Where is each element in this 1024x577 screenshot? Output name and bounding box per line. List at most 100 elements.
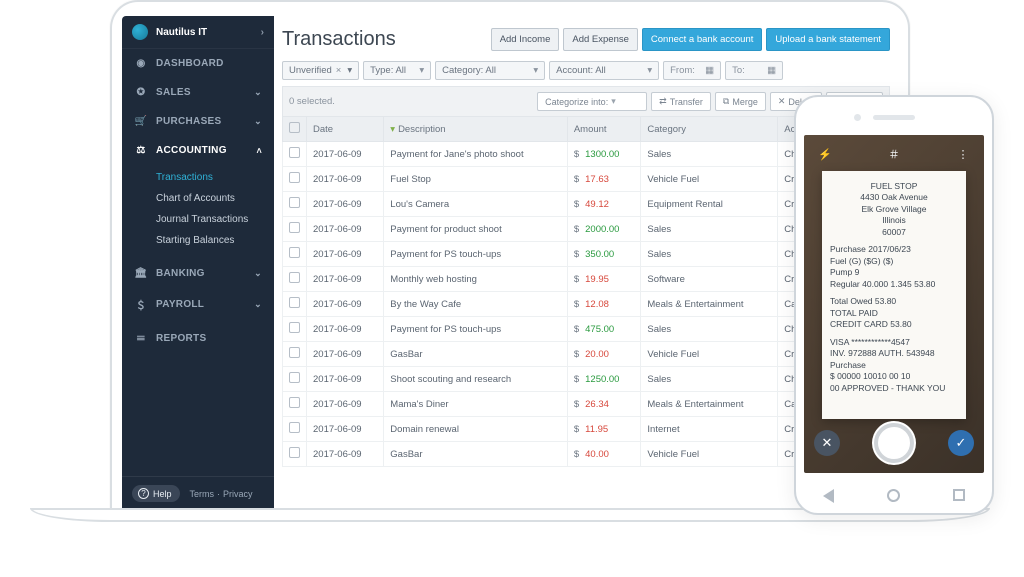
chevron-down-icon: ▾: [419, 65, 424, 76]
help-icon: ?: [138, 488, 149, 499]
row-checkbox[interactable]: [289, 222, 300, 233]
filter-account[interactable]: Account: All▾: [549, 61, 659, 80]
cell-date: 2017-06-09: [307, 292, 384, 317]
cell-amount: $40.00: [567, 442, 641, 467]
sidebar-item-transactions[interactable]: Transactions: [156, 167, 274, 188]
sidebar-item-payroll[interactable]: ＄ PAYROLL ⌄: [122, 288, 274, 321]
confirm-capture-button[interactable]: ✓: [948, 430, 974, 456]
cell-amount: $17.63: [567, 167, 641, 192]
row-checkbox[interactable]: [289, 272, 300, 283]
cell-description: Payment for PS touch-ups: [384, 317, 568, 342]
back-icon[interactable]: [823, 489, 834, 503]
cell-category: Vehicle Fuel: [641, 167, 778, 192]
cell-description: GasBar: [384, 442, 568, 467]
filter-category[interactable]: Category: All▾: [435, 61, 545, 80]
row-checkbox[interactable]: [289, 147, 300, 158]
row-checkbox[interactable]: [289, 397, 300, 408]
merge-button[interactable]: ⧉Merge: [715, 92, 766, 111]
row-checkbox[interactable]: [289, 447, 300, 458]
cell-category: Sales: [641, 217, 778, 242]
cell-description: Domain renewal: [384, 417, 568, 442]
flash-icon[interactable]: ⚡: [814, 143, 836, 165]
add-income-button[interactable]: Add Income: [491, 28, 560, 51]
cell-description: Payment for product shoot: [384, 217, 568, 242]
chevron-down-icon: ▾: [533, 65, 538, 76]
sidebar-item-dashboard[interactable]: ◉ DASHBOARD: [122, 49, 274, 78]
sidebar-item-purchases[interactable]: 🛒 PURCHASES ⌄: [122, 107, 274, 136]
row-checkbox[interactable]: [289, 422, 300, 433]
chevron-down-icon: ⌄: [254, 116, 262, 127]
calendar-icon: ▦: [705, 65, 714, 76]
cell-category: Vehicle Fuel: [641, 342, 778, 367]
sales-icon: ✪: [134, 87, 148, 98]
recents-icon[interactable]: [953, 489, 965, 501]
row-checkbox[interactable]: [289, 247, 300, 258]
chevron-down-icon: ▾: [647, 65, 652, 76]
filter-to-date[interactable]: To:▦: [725, 61, 783, 80]
sidebar-item-reports[interactable]: 𝍢 REPORTS: [122, 321, 274, 356]
cell-date: 2017-06-09: [307, 192, 384, 217]
cell-date: 2017-06-09: [307, 217, 384, 242]
cell-description: Shoot scouting and research: [384, 367, 568, 392]
row-checkbox[interactable]: [289, 322, 300, 333]
sidebar-footer: ? Help Terms · Privacy: [122, 476, 274, 510]
row-checkbox[interactable]: [289, 297, 300, 308]
add-expense-button[interactable]: Add Expense: [563, 28, 638, 51]
chevron-down-icon: ▾: [611, 96, 616, 107]
chevron-down-icon: ⌄: [254, 268, 262, 279]
sidebar-item-banking[interactable]: 🏛 BANKING ⌄: [122, 259, 274, 288]
filter-from-date[interactable]: From:▦: [663, 61, 721, 80]
cell-description: Lou's Camera: [384, 192, 568, 217]
close-icon[interactable]: ×: [336, 65, 342, 76]
cell-amount: $11.95: [567, 417, 641, 442]
terms-link[interactable]: Terms: [190, 489, 215, 499]
sidebar-item-starting-balances[interactable]: Starting Balances: [156, 230, 274, 251]
row-checkbox[interactable]: [289, 347, 300, 358]
calendar-icon: ▦: [767, 65, 776, 76]
cell-description: Mama's Diner: [384, 392, 568, 417]
sidebar-item-chart-of-accounts[interactable]: Chart of Accounts: [156, 188, 274, 209]
col-category[interactable]: Category: [641, 117, 778, 142]
row-checkbox[interactable]: [289, 197, 300, 208]
sidebar-item-sales[interactable]: ✪ SALES ⌄: [122, 78, 274, 107]
cell-amount: $20.00: [567, 342, 641, 367]
home-icon[interactable]: [887, 489, 900, 502]
grid-icon[interactable]: ＃: [883, 143, 905, 165]
row-checkbox[interactable]: [289, 172, 300, 183]
more-icon[interactable]: ⋮: [952, 143, 974, 165]
brand-switcher[interactable]: Nautilus IT ›: [122, 16, 274, 49]
col-amount[interactable]: Amount: [567, 117, 641, 142]
categorize-select[interactable]: Categorize into:▾: [537, 92, 647, 111]
cell-date: 2017-06-09: [307, 342, 384, 367]
col-date[interactable]: Date: [307, 117, 384, 142]
cancel-capture-button[interactable]: ✕: [814, 430, 840, 456]
cell-category: Meals & Entertainment: [641, 292, 778, 317]
connect-bank-button[interactable]: Connect a bank account: [642, 28, 762, 51]
bank-icon: 🏛: [134, 268, 148, 279]
upload-statement-button[interactable]: Upload a bank statement: [766, 28, 890, 51]
select-all-checkbox[interactable]: [289, 122, 300, 133]
sidebar-item-journal-transactions[interactable]: Journal Transactions: [156, 209, 274, 230]
laptop-frame: Nautilus IT › ◉ DASHBOARD ✪ SALES ⌄ 🛒 PU…: [110, 0, 910, 510]
col-description[interactable]: ▾Description: [384, 117, 568, 142]
shutter-button[interactable]: [874, 423, 914, 463]
filter-type[interactable]: Type: All▾: [363, 61, 431, 80]
receipt-preview: FUEL STOP 4430 Oak Avenue Elk Grove Vill…: [822, 171, 966, 419]
row-checkbox[interactable]: [289, 372, 300, 383]
cell-date: 2017-06-09: [307, 242, 384, 267]
cell-category: Sales: [641, 242, 778, 267]
chevron-right-icon: ›: [261, 27, 264, 38]
privacy-link[interactable]: Privacy: [223, 489, 253, 499]
phone-camera-dot: [854, 114, 861, 121]
help-button[interactable]: ? Help: [132, 485, 180, 502]
dashboard-icon: ◉: [134, 58, 148, 69]
filter-chip-unverified[interactable]: Unverified× ▾: [282, 61, 359, 80]
cell-category: Sales: [641, 317, 778, 342]
sidebar-item-accounting[interactable]: ⚖ ACCOUNTING ˄: [122, 136, 274, 165]
cell-category: Vehicle Fuel: [641, 442, 778, 467]
cell-description: GasBar: [384, 342, 568, 367]
phone-speaker: [873, 115, 915, 120]
selection-count: 0 selected.: [289, 96, 335, 107]
transfer-button[interactable]: ⇄Transfer: [651, 92, 711, 111]
page-title: Transactions: [282, 24, 404, 55]
